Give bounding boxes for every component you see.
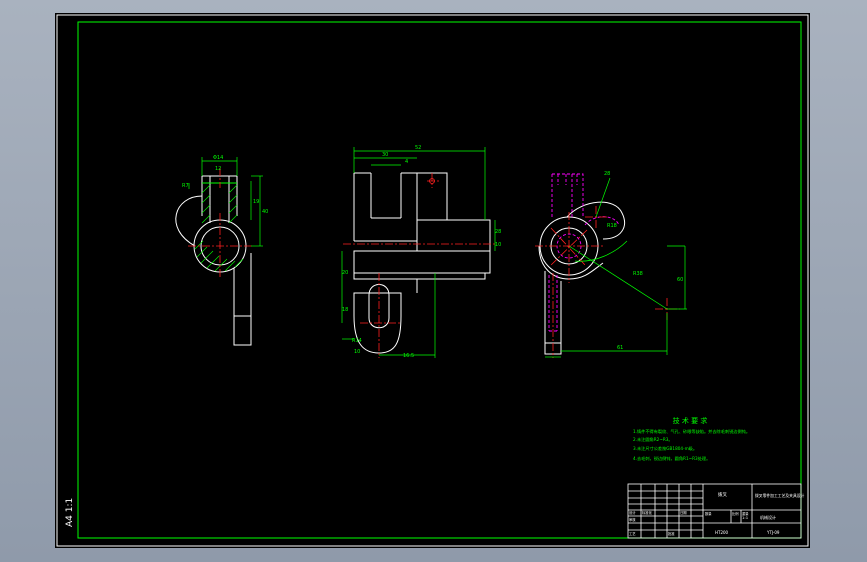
front-view-dim-text: 52 30 4 10 20 18 R14 10 16.5 28 [342, 145, 501, 359]
notes-title: 技 术 要 求 [673, 416, 708, 425]
tb-drawing-no: YTJ-09 [766, 530, 780, 535]
notes-line-3: 4.去毛刺，锐边倒钝，圆角R1~R3处理。 [633, 455, 710, 462]
front-view [353, 172, 491, 354]
notes-line-0: 1.铸件不得有裂纹、气孔、砂眼等缺陷。并去除毛刺锐边倒钝。 [633, 428, 750, 435]
front-dim-9: 28 [495, 229, 501, 235]
tb-weight: 重量 [742, 511, 749, 516]
front-dim-0: 52 [415, 145, 421, 151]
front-view-centerlines [343, 173, 495, 358]
tb-company: 机械设计 [760, 514, 776, 520]
tb-part-name: 拨叉 [718, 491, 727, 498]
right-view-dim-text: 28 R38 R18 60 61 [604, 171, 683, 351]
left-dim-2: R7 [182, 183, 189, 189]
tb-designer: 设计 [629, 510, 636, 515]
front-dim-1: 30 [382, 152, 388, 158]
right-dim-3: 60 [677, 277, 683, 283]
left-view-dims [188, 157, 263, 247]
right-view-hidden [548, 173, 620, 332]
left-dim-1: 40 [262, 209, 268, 215]
scale-label: A4 1:1 [65, 498, 75, 527]
drawing-sheet: Φ14 40 R7 19 12 52 30 4 10 20 18 R14 10 … [55, 13, 810, 548]
front-dim-5: 18 [342, 307, 348, 313]
tb-material: HT200 [715, 530, 729, 535]
tb-date: 日期 [680, 510, 687, 515]
front-dim-8: 16.5 [403, 353, 414, 359]
tb-process: 工艺 [629, 531, 636, 536]
technical-notes: 技 术 要 求 1.铸件不得有裂纹、气孔、砂眼等缺陷。并去除毛刺锐边倒钝。 2.… [633, 416, 750, 462]
left-view-dim-text: Φ14 40 R7 19 12 [182, 155, 268, 215]
cad-drawing: Φ14 40 R7 19 12 52 30 4 10 20 18 R14 10 … [56, 14, 809, 547]
tb-approve: 批准 [668, 531, 675, 536]
notes-line-1: 2.未注圆角R2~R3。 [633, 436, 673, 443]
right-dim-2: R18 [607, 223, 617, 229]
front-view-dims [341, 147, 496, 358]
front-dim-7: 10 [354, 349, 360, 355]
tb-ratio: 比例 [732, 511, 739, 516]
right-dim-1: R38 [633, 271, 643, 277]
left-view-centerlines [188, 168, 252, 279]
tb-quantity: 数量 [705, 511, 712, 516]
tb-standard: 标准化 [642, 510, 653, 515]
notes-line-2: 3.未注尺寸公差按GB1804-m级。 [633, 445, 697, 452]
front-dim-4: 20 [342, 270, 348, 276]
right-view-dims [545, 177, 687, 358]
front-dim-2: 4 [405, 159, 408, 165]
left-view [175, 175, 252, 346]
left-dim-0: Φ14 [213, 155, 223, 161]
right-dim-0: 28 [604, 171, 610, 177]
outer-frame [56, 14, 809, 547]
tb-drawing-title: 拨叉零件加工工艺及夹具设计 [755, 493, 805, 498]
left-dim-4: 12 [215, 166, 221, 172]
left-dim-3: 19 [253, 199, 259, 205]
right-dim-4: 61 [617, 345, 623, 351]
tb-checker: 审核 [629, 517, 636, 522]
front-dim-6: R14 [352, 338, 362, 344]
front-dim-3: 10 [495, 242, 501, 248]
